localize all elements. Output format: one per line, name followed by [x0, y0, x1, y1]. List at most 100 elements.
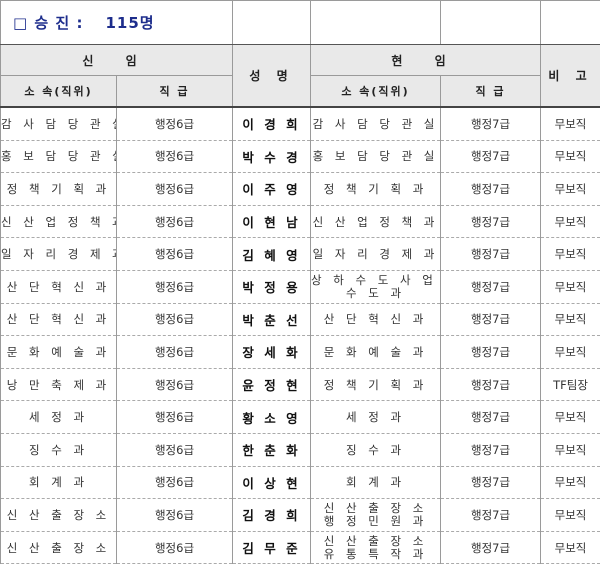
- current-rank-cell: 행정7급: [440, 432, 542, 467]
- current-affiliation-line: 징 수 과: [345, 442, 406, 457]
- current-rank-cell: 행정7급: [440, 269, 542, 304]
- current-affiliation-header: 소 속(직위): [310, 75, 442, 108]
- new-rank-cell: 행정6급: [115, 269, 234, 304]
- current-affiliation-line: 홍 보 담 당 관 실: [312, 149, 439, 164]
- table-row: 징 수 과 행정6급 한 춘 화징 수 과 행정7급 무보직: [0, 432, 600, 467]
- person-name-cell: 이 주 영: [232, 172, 312, 206]
- person-name-cell: 장 세 화: [232, 335, 312, 369]
- current-affiliation-cell: 징 수 과: [310, 432, 442, 467]
- current-rank-cell: 행정7급: [440, 172, 542, 206]
- table-body: 감 사 담 당 관 실 행정6급 이 경 희감 사 담 당 관 실 행정7급 무보직홍 …: [0, 106, 600, 565]
- new-affiliation-cell: 신 산 업 정 책 과: [0, 204, 117, 239]
- title-blank-cell: [310, 0, 442, 45]
- current-affiliation-cell: 문 화 예 술 과: [310, 335, 442, 369]
- new-post-header: 신 임: [0, 44, 234, 76]
- note-cell: 무보직: [540, 172, 600, 206]
- note-cell: 무보직: [540, 269, 600, 304]
- note-cell: 무보직: [540, 204, 600, 239]
- current-affiliation-cell: 신 산 출 장 소행 정 민 원 과: [310, 498, 442, 532]
- new-affiliation-cell: 징 수 과: [0, 432, 117, 467]
- new-rank-cell: 행정6급: [115, 432, 234, 467]
- current-affiliation-cell: 신 산 출 장 소유 통 특 작 과: [310, 530, 442, 565]
- table-row: 정 책 기 획 과 행정6급 이 주 영정 책 기 획 과 행정7급 무보직: [0, 172, 600, 206]
- current-affiliation-line: 신 산 출 장 소: [323, 500, 428, 515]
- table-row: 감 사 담 당 관 실 행정6급 이 경 희감 사 담 당 관 실 행정7급 무보직: [0, 106, 600, 141]
- table-row: 산 단 혁 신 과 행정6급 박 춘 선산 단 혁 신 과 행정7급 무보직: [0, 302, 600, 337]
- new-affiliation-cell: 신 산 출 장 소: [0, 530, 117, 565]
- new-rank-cell: 행정6급: [115, 530, 234, 565]
- current-rank-cell: 행정7급: [440, 106, 542, 141]
- new-rank-cell: 행정6급: [115, 302, 234, 337]
- note-cell: 무보직: [540, 139, 600, 174]
- document-title: □ 승 진 : 115명: [0, 0, 234, 45]
- current-affiliation-line: 문 화 예 술 과: [323, 344, 428, 359]
- current-affiliation-line: 정 책 기 획 과: [323, 181, 428, 196]
- note-cell: 무보직: [540, 302, 600, 337]
- current-affiliation-cell: 감 사 담 당 관 실: [310, 106, 442, 141]
- current-rank-cell: 행정7급: [440, 465, 542, 500]
- new-rank-cell: 행정6급: [115, 139, 234, 174]
- new-rank-cell: 행정6급: [115, 237, 234, 271]
- new-rank-cell: 행정6급: [115, 367, 234, 402]
- current-affiliation-line: 유 통 특 작 과: [323, 546, 428, 561]
- title-blank-cell: [232, 0, 312, 45]
- new-affiliation-cell: 산 단 혁 신 과: [0, 302, 117, 337]
- current-rank-header: 직 급: [440, 75, 542, 108]
- person-name-cell: 한 춘 화: [232, 432, 312, 467]
- new-affiliation-cell: 회 계 과: [0, 465, 117, 500]
- note-cell: 무보직: [540, 237, 600, 271]
- current-affiliation-line: 상 하 수 도 사 업 소: [311, 272, 440, 287]
- current-rank-cell: 행정7급: [440, 367, 542, 402]
- note-cell: 무보직: [540, 530, 600, 565]
- current-affiliation-cell: 상 하 수 도 사 업 소수 도 과: [310, 269, 442, 304]
- note-cell: TF팀장: [540, 367, 600, 402]
- table-row: 문 화 예 술 과 행정6급 장 세 화문 화 예 술 과 행정7급 무보직: [0, 335, 600, 369]
- note-header: 비 고: [540, 44, 600, 108]
- note-cell: 무보직: [540, 432, 600, 467]
- title-blank-cell: [540, 0, 600, 45]
- current-affiliation-cell: 세 정 과: [310, 400, 442, 434]
- current-rank-cell: 행정7급: [440, 302, 542, 337]
- new-affiliation-cell: 감 사 담 당 관 실: [0, 106, 117, 141]
- new-rank-cell: 행정6급: [115, 400, 234, 434]
- table-row: 낭 만 축 제 과 행정6급 윤 정 현 정 책 기 획 과 행정7급 TF팀장: [0, 367, 600, 402]
- current-affiliation-line: 신 산 출 장 소: [323, 533, 428, 548]
- current-affiliation-line: 세 정 과: [345, 410, 406, 425]
- current-affiliation-line: 행 정 민 원 과: [323, 513, 428, 528]
- title-blank-cell: [440, 0, 542, 45]
- note-cell: 무보직: [540, 400, 600, 434]
- person-name-cell: 박 춘 선: [232, 302, 312, 337]
- new-rank-cell: 행정6급: [115, 465, 234, 500]
- person-name-cell: 김 무 준: [232, 530, 312, 565]
- title-prefix: □ 승 진 :: [13, 14, 84, 32]
- current-rank-cell: 행정7급: [440, 400, 542, 434]
- new-affiliation-cell: 일 자 리 경 제 과: [0, 237, 117, 271]
- note-cell: 무보직: [540, 465, 600, 500]
- table-row: 일 자 리 경 제 과 행정6급 김 혜 영일 자 리 경 제 과 행정7급 무보직: [0, 237, 600, 271]
- current-affiliation-line: 수 도 과: [345, 285, 406, 300]
- current-affiliation-cell: 정 책 기 획 과: [310, 367, 442, 402]
- new-rank-cell: 행정6급: [115, 498, 234, 532]
- note-cell: 무보직: [540, 106, 600, 141]
- current-affiliation-cell: 신 산 업 정 책 과: [310, 204, 442, 239]
- person-name-cell: 황 소 영: [232, 400, 312, 434]
- person-name-cell: 김 경 희: [232, 498, 312, 532]
- promotion-count: 115명: [105, 14, 155, 32]
- note-cell: 무보직: [540, 335, 600, 369]
- new-affiliation-cell: 세 정 과: [0, 400, 117, 434]
- person-name-cell: 김 혜 영: [232, 237, 312, 271]
- new-affiliation-cell: 낭 만 축 제 과: [0, 367, 117, 402]
- current-affiliation-cell: 일 자 리 경 제 과: [310, 237, 442, 271]
- new-affiliation-header: 소 속(직위): [0, 75, 117, 108]
- person-name-cell: 윤 정 현: [232, 367, 312, 402]
- table-row: 회 계 과 행정6급 이 상 현회 계 과 행정7급 무보직: [0, 465, 600, 500]
- current-post-header: 현 임: [310, 44, 542, 76]
- new-rank-header: 직 급: [115, 75, 234, 108]
- current-affiliation-line: 감 사 담 당 관 실: [312, 116, 439, 131]
- table-row: 신 산 출 장 소 행정6급 김 무 준신 산 출 장 소유 통 특 작 과 행정7급…: [0, 530, 600, 565]
- note-cell: 무보직: [540, 498, 600, 532]
- table-row: 산 단 혁 신 과행정6급박 정 용상 하 수 도 사 업 소수 도 과행정7급…: [0, 269, 600, 304]
- current-rank-cell: 행정7급: [440, 530, 542, 565]
- current-affiliation-line: 신 산 업 정 책 과: [312, 214, 439, 229]
- new-rank-cell: 행정6급: [115, 204, 234, 239]
